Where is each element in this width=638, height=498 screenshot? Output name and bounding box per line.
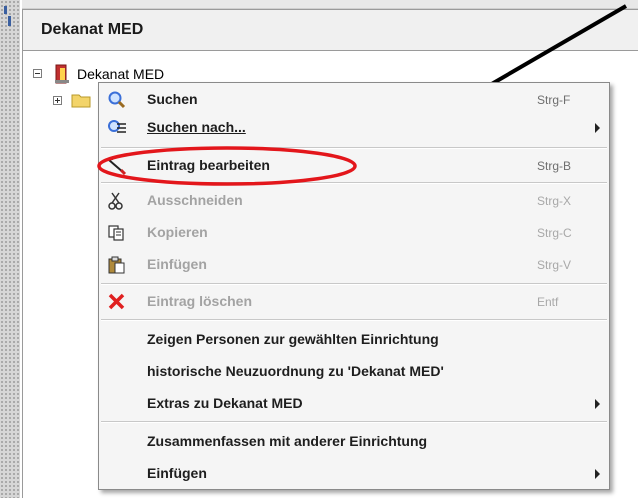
highlight-ellipse xyxy=(97,146,357,186)
highlight-overlay xyxy=(97,146,357,186)
